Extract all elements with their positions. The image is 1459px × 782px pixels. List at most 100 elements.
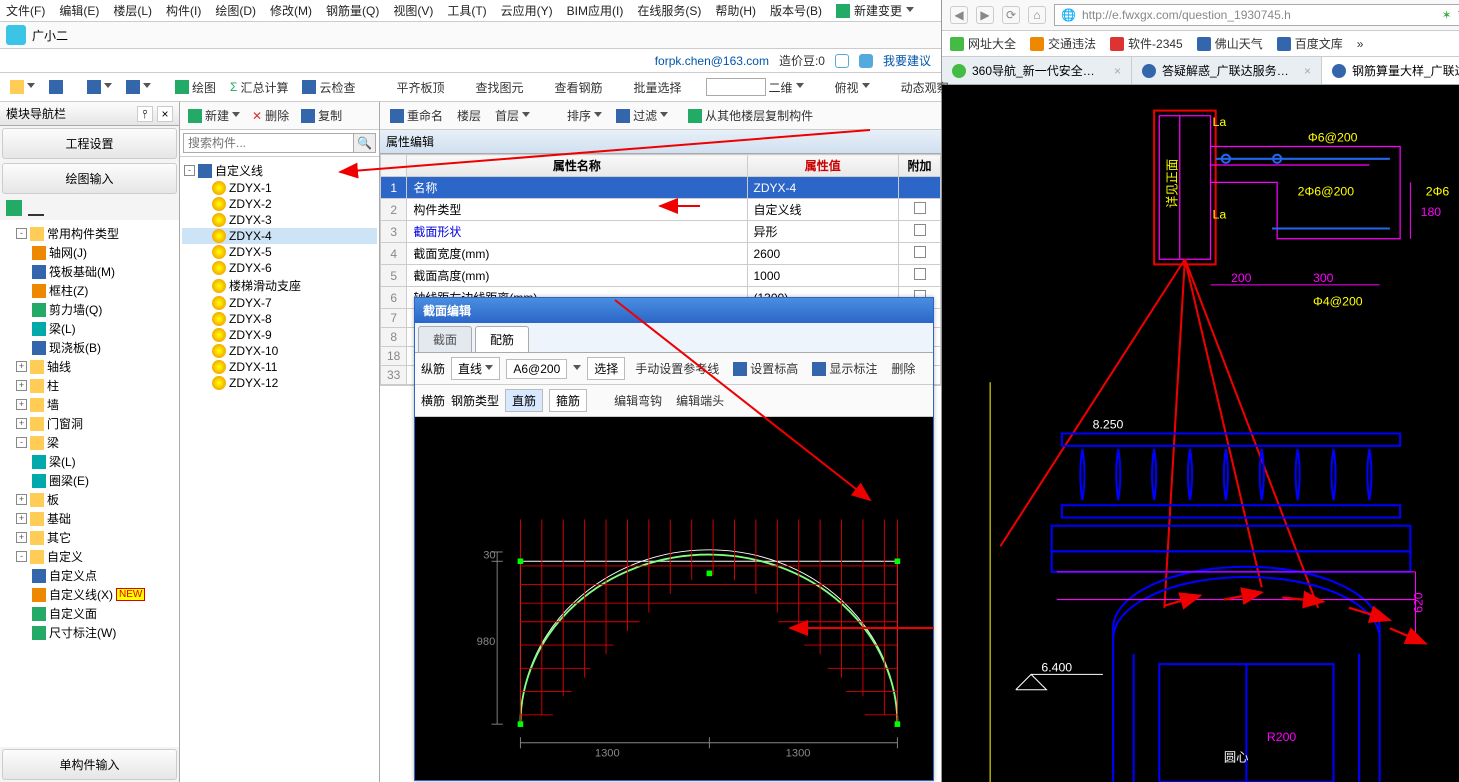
tree-item[interactable]: -自定义线 bbox=[182, 161, 377, 180]
view-rebar-button[interactable]: 查看钢筋 bbox=[534, 77, 607, 98]
close-tab-icon[interactable]: × bbox=[1114, 64, 1121, 78]
select-button[interactable]: 选择 bbox=[587, 357, 625, 380]
expand-icon[interactable]: + bbox=[16, 418, 27, 429]
prop-extra[interactable] bbox=[899, 221, 941, 243]
find-button[interactable]: 查找图元 bbox=[454, 77, 527, 98]
list-item[interactable]: ZDYX-1 bbox=[182, 180, 377, 196]
list-item[interactable]: ZDYX-7 bbox=[182, 295, 377, 311]
table-row[interactable]: 5截面高度(mm)1000 bbox=[381, 265, 941, 287]
list-item[interactable]: ZDYX-2 bbox=[182, 196, 377, 212]
tree-item[interactable]: +轴线 bbox=[2, 357, 177, 376]
collapse-icon[interactable]: - bbox=[184, 165, 195, 176]
expand-icon[interactable]: + bbox=[16, 380, 27, 391]
component-list[interactable]: -自定义线ZDYX-1ZDYX-2ZDYX-3ZDYX-4ZDYX-5ZDYX-… bbox=[180, 157, 379, 782]
edit-end-button[interactable]: 编辑端头 bbox=[672, 390, 728, 411]
collapse-icon[interactable]: - bbox=[16, 228, 27, 239]
view-direction-button[interactable]: 俯视 bbox=[814, 77, 874, 98]
tree-item[interactable]: 自定义线(X)NEW bbox=[2, 585, 177, 604]
tree-item[interactable]: -自定义 bbox=[2, 547, 177, 566]
direct-dropdown[interactable]: 直线 bbox=[451, 357, 500, 380]
list-item[interactable]: ZDYX-4 bbox=[182, 228, 377, 244]
bookmark-item[interactable]: 佛山天气 bbox=[1197, 35, 1263, 52]
reload-button[interactable]: ⟳ bbox=[1002, 6, 1020, 24]
table-row[interactable]: 3截面形状异形 bbox=[381, 221, 941, 243]
prop-value[interactable]: 1000 bbox=[747, 265, 899, 287]
stamp-icon[interactable]: ✶ bbox=[1442, 8, 1452, 22]
rename-button[interactable]: 重命名 bbox=[386, 105, 447, 126]
list-item[interactable]: ZDYX-5 bbox=[182, 244, 377, 260]
bookmark-item[interactable]: 交通违法 bbox=[1030, 35, 1096, 52]
drawing-input-button[interactable]: 绘图输入 bbox=[2, 163, 177, 194]
search-button[interactable]: 🔍 bbox=[354, 133, 376, 153]
tree-item[interactable]: 现浇板(B) bbox=[2, 338, 177, 357]
cad-viewport[interactable]: 200 300 180 La La 详见正面 Φ6@200 2Φ6@200 2Φ… bbox=[942, 85, 1459, 782]
undo-button[interactable] bbox=[83, 78, 116, 96]
menu-item[interactable]: 修改(M) bbox=[270, 2, 312, 19]
menu-item[interactable]: 文件(F) bbox=[6, 2, 45, 19]
delete-button[interactable]: 删除 bbox=[887, 358, 919, 379]
prop-extra[interactable] bbox=[899, 265, 941, 287]
tree-item[interactable]: -常用构件类型 bbox=[2, 224, 177, 243]
prop-extra[interactable] bbox=[899, 199, 941, 221]
browser-tab[interactable]: 360导航_新一代安全上网× bbox=[942, 57, 1132, 84]
menu-item[interactable]: 楼层(L) bbox=[113, 2, 152, 19]
home-button[interactable]: ⌂ bbox=[1028, 6, 1046, 24]
sort-button[interactable]: 排序 bbox=[546, 105, 606, 126]
bookmark-overflow[interactable]: » bbox=[1357, 37, 1364, 51]
table-row[interactable]: 2构件类型自定义线 bbox=[381, 199, 941, 221]
tree-item[interactable]: -梁 bbox=[2, 433, 177, 452]
menu-item[interactable]: 在线服务(S) bbox=[637, 2, 701, 19]
edit-hook-button[interactable]: 编辑弯钩 bbox=[593, 390, 666, 411]
tree-item[interactable]: +柱 bbox=[2, 376, 177, 395]
checkbox[interactable] bbox=[914, 268, 926, 280]
tree-item[interactable]: +其它 bbox=[2, 528, 177, 547]
manual-refline-button[interactable]: 手动设置参考线 bbox=[631, 358, 723, 379]
expand-icon[interactable]: + bbox=[16, 494, 27, 505]
tree-item[interactable]: +墙 bbox=[2, 395, 177, 414]
pin-icon[interactable]: ⫯ bbox=[137, 106, 153, 122]
bell-icon[interactable] bbox=[835, 54, 849, 68]
single-component-input-button[interactable]: 单构件输入 bbox=[2, 749, 177, 780]
prop-value[interactable]: 异形 bbox=[747, 221, 899, 243]
expand-icon[interactable]: + bbox=[16, 361, 27, 372]
tree-item[interactable]: +板 bbox=[2, 490, 177, 509]
tree-item[interactable]: 圈梁(E) bbox=[2, 471, 177, 490]
checkbox[interactable] bbox=[914, 246, 926, 258]
user-email[interactable]: forpk.chen@163.com bbox=[655, 54, 769, 68]
set-elev-button[interactable]: 设置标高 bbox=[729, 358, 802, 379]
drawing-button[interactable]: 绘图 bbox=[171, 77, 220, 98]
prop-extra[interactable] bbox=[899, 177, 941, 199]
list-item[interactable]: ZDYX-10 bbox=[182, 343, 377, 359]
list-item[interactable]: 楼梯滑动支座 bbox=[182, 276, 377, 295]
list-item[interactable]: ZDYX-6 bbox=[182, 260, 377, 276]
section-canvas[interactable]: 30 980 1300 1300 bbox=[415, 417, 933, 780]
project-settings-button[interactable]: 工程设置 bbox=[2, 128, 177, 159]
cloud-check-button[interactable]: 云检查 bbox=[298, 77, 359, 98]
menu-item[interactable]: 云应用(Y) bbox=[501, 2, 553, 19]
dropdown-icon[interactable] bbox=[573, 365, 581, 373]
prop-value[interactable]: 自定义线 bbox=[747, 199, 899, 221]
menu-item[interactable]: BIM应用(I) bbox=[567, 2, 624, 19]
batch-select-button[interactable]: 批量选择 bbox=[613, 77, 686, 98]
expand-icon[interactable]: + bbox=[16, 399, 27, 410]
first-floor-dropdown[interactable]: 首层 bbox=[491, 105, 534, 126]
tree-item[interactable]: 梁(L) bbox=[2, 452, 177, 471]
tab-rebar[interactable]: 配筋 bbox=[475, 326, 529, 352]
nav-tree[interactable]: -常用构件类型轴网(J)筏板基础(M)框柱(Z)剪力墙(Q)梁(L)现浇板(B)… bbox=[0, 220, 179, 747]
bookmark-item[interactable]: 网址大全 bbox=[950, 35, 1016, 52]
straight-button[interactable]: 直筋 bbox=[505, 389, 543, 412]
checkbox[interactable] bbox=[914, 202, 926, 214]
show-elev-button[interactable]: 显示标注 bbox=[808, 358, 881, 379]
menu-item[interactable]: 视图(V) bbox=[393, 2, 433, 19]
table-row[interactable]: 4截面宽度(mm)2600 bbox=[381, 243, 941, 265]
prop-value[interactable]: ZDYX-4 bbox=[747, 177, 899, 199]
menu-item[interactable]: 编辑(E) bbox=[59, 2, 99, 19]
floor-dropdown[interactable]: 楼层 bbox=[453, 105, 485, 126]
level-top-button[interactable]: 平齐板顶 bbox=[375, 77, 448, 98]
collapse-icon[interactable]: - bbox=[16, 437, 27, 448]
summary-button[interactable]: Σ汇总计算 bbox=[226, 77, 292, 98]
spec-input[interactable]: A6@200 bbox=[506, 359, 567, 379]
search-input[interactable] bbox=[183, 133, 354, 153]
delete-button[interactable]: ✕删除 bbox=[248, 105, 293, 126]
tab-icon[interactable] bbox=[28, 200, 44, 216]
